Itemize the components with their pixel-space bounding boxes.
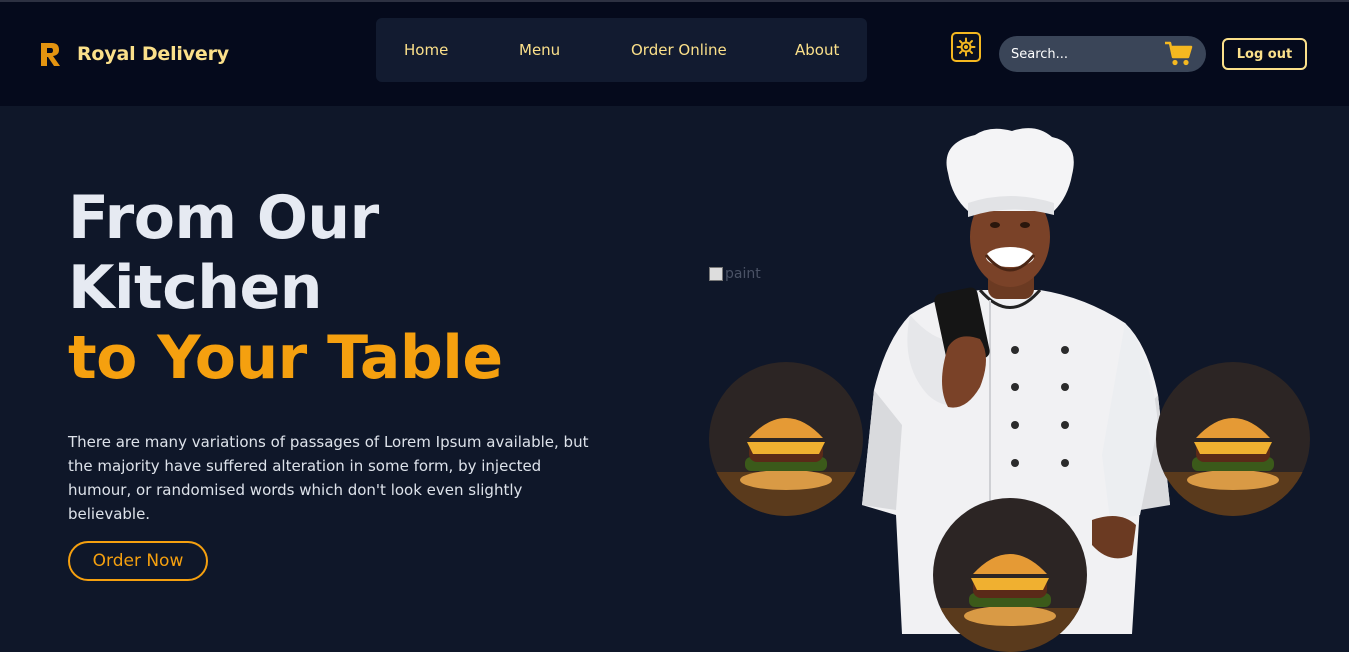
burger-image-bottom	[933, 498, 1087, 652]
broken-image: paint	[709, 266, 761, 282]
burger-image-left	[709, 362, 863, 516]
sun-icon	[956, 37, 976, 57]
logout-button[interactable]: Log out	[1222, 38, 1307, 70]
hero-title-accent: to Your Table	[68, 323, 503, 393]
order-now-button[interactable]: Order Now	[68, 541, 208, 581]
shopping-cart-icon[interactable]	[1164, 41, 1194, 67]
nav-menu[interactable]: Menu	[519, 41, 560, 59]
broken-image-icon	[709, 267, 723, 281]
search-input[interactable]	[1011, 36, 1151, 72]
brand[interactable]: Royal Delivery	[38, 40, 229, 68]
hero-title-line2: Kitchen	[68, 253, 322, 323]
main-nav: Home Menu Order Online About	[376, 18, 867, 82]
hero-description: There are many variations of passages of…	[68, 433, 589, 523]
hero-title-line1: From Our	[68, 183, 379, 253]
nav-about[interactable]: About	[795, 41, 839, 59]
site-header: Royal Delivery Home Menu Order Online Ab…	[0, 2, 1349, 106]
search-bar	[999, 36, 1206, 72]
brand-logo-icon	[41, 43, 60, 66]
nav-home[interactable]: Home	[404, 41, 448, 59]
theme-toggle-button[interactable]	[951, 32, 981, 62]
hero-title: From Our Kitchen to Your Table	[68, 183, 503, 393]
nav-order-online[interactable]: Order Online	[631, 41, 727, 59]
burger-image-right	[1156, 362, 1310, 516]
brand-name: Royal Delivery	[77, 43, 229, 65]
broken-image-alt: paint	[725, 266, 761, 282]
